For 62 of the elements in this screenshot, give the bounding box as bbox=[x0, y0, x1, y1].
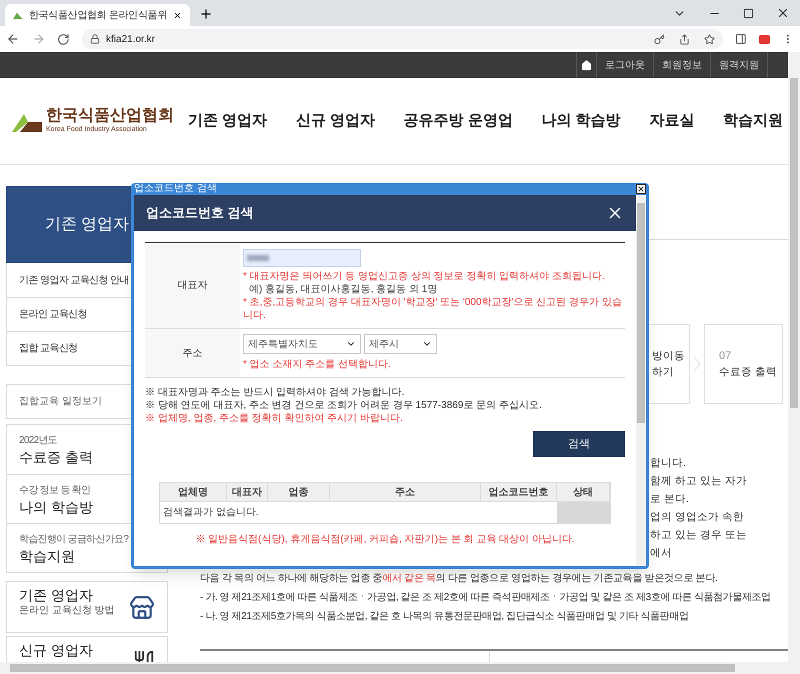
name-field[interactable] bbox=[243, 249, 361, 267]
logo-title: 한국식품산업협회 bbox=[46, 106, 174, 125]
column-header: 업종 bbox=[268, 483, 330, 501]
extension-icon[interactable] bbox=[758, 34, 770, 44]
nav-link[interactable]: 나의 학습방 bbox=[541, 110, 621, 132]
body-text: 합니다. bbox=[650, 456, 687, 471]
key-icon[interactable] bbox=[654, 34, 665, 44]
star-icon[interactable] bbox=[704, 34, 715, 44]
store-icon bbox=[129, 595, 155, 621]
nav-link[interactable]: 공유주방 운영업 bbox=[404, 110, 513, 132]
step-box: 07 수료증 출력 bbox=[704, 324, 783, 404]
guide-card[interactable]: 기존 영업자 온라인 교육신청 방법 bbox=[6, 581, 168, 633]
nav-link[interactable]: 기존 영업자 bbox=[188, 110, 268, 132]
top-link[interactable]: 로그아웃 bbox=[596, 52, 653, 78]
search-button[interactable]: 검색 bbox=[533, 431, 625, 457]
body-text: - 가. 영 제21조제1호에 따른 식품제조ㆍ가공업, 같은 조 제2호에 따른 즉석판매제조ㆍ가공업 및 같은 조 제3호에 따른 식품첨가물제조업 bbox=[200, 591, 772, 605]
column-header: 상태 bbox=[557, 483, 610, 501]
hint-text: * 업소 소재지 주소를 선택합니다. bbox=[243, 358, 392, 372]
field-label: 대표자 bbox=[145, 243, 240, 328]
column-header: 주소 bbox=[330, 483, 481, 501]
city-select[interactable]: 제주시 bbox=[364, 334, 437, 354]
scrollbar[interactable] bbox=[0, 662, 800, 674]
close-icon bbox=[637, 185, 645, 193]
nav-link[interactable]: 신규 영업자 bbox=[296, 110, 375, 132]
body-text: 함께 하고 있는 자가 bbox=[650, 474, 748, 489]
body-text: 업의 영업소가 속한 bbox=[650, 510, 745, 525]
new-tab-icon[interactable] bbox=[199, 7, 213, 21]
body-text: 에서 bbox=[650, 546, 673, 561]
body-text: 다음 각 목의 어느 하나에 해당하는 업종 중에서 같은 목의 다른 업종으로 영업하는 경우에는 기존교육을 받은것으로 본다. bbox=[200, 572, 718, 586]
body-text: 로 본다. bbox=[650, 492, 690, 507]
maximize-icon[interactable] bbox=[743, 8, 754, 18]
address-bar[interactable]: kfia21.or.kr bbox=[82, 29, 723, 49]
field-label: 주소 bbox=[145, 329, 240, 377]
scrollbar[interactable] bbox=[636, 195, 646, 566]
hint-text: * 초,중,고등학교의 경우 대표자명이 '학교장' 또는 '000학교장'으로 신고된 경우가 있습니다. bbox=[243, 296, 623, 322]
share-icon[interactable] bbox=[678, 34, 690, 44]
column-header: 업소코드번호 bbox=[481, 483, 557, 501]
chevron-icon bbox=[694, 357, 700, 371]
scrollbar[interactable] bbox=[788, 52, 800, 662]
url-text: kfia21.or.kr bbox=[106, 32, 156, 46]
reload-icon[interactable] bbox=[57, 32, 70, 46]
hint-text: * 대표자명은 띄어쓰기 등 영업신고증 상의 정보로 정확히 입력하셔야 조회됩니다. bbox=[243, 270, 606, 283]
back-icon[interactable] bbox=[6, 32, 20, 46]
close-button[interactable] bbox=[636, 184, 646, 194]
close-icon[interactable] bbox=[776, 6, 790, 20]
home-icon[interactable] bbox=[581, 60, 592, 70]
top-link[interactable]: 원격지원 bbox=[710, 52, 767, 78]
browser-tab[interactable]: 한국식품산업협회 온라인식품위 bbox=[5, 4, 190, 26]
footer-note: ※ 일반음식점(식당), 휴게음식점(카페, 커피숍, 자판기)는 본 회 교육 대상이 아닙니다. bbox=[194, 533, 576, 547]
lock-icon bbox=[90, 34, 100, 44]
side-panel-icon[interactable] bbox=[734, 33, 747, 45]
nav-link[interactable]: 자료실 bbox=[649, 110, 694, 132]
nav-link[interactable]: 학습지원 bbox=[722, 110, 783, 132]
body-text: - 나. 영 제21조제5호가목의 식품소분업, 같은 호 나목의 유통전문판매업, 집단급식소 식품판매업 및 기타 식품판매업 bbox=[200, 610, 690, 624]
body-text: 하고 있는 경우 또는 bbox=[650, 528, 748, 543]
tab-title: 한국식품산업협회 온라인식품위 bbox=[28, 8, 168, 22]
blurred-text bbox=[247, 255, 269, 261]
hint-text: 예) 홍길동, 대표이사홍길동, 홍길동 외 1명 bbox=[248, 283, 438, 296]
top-link[interactable]: 회원정보 bbox=[653, 52, 710, 78]
province-select[interactable]: 제주특별자치도 bbox=[243, 334, 361, 354]
column-header: 업체명 bbox=[160, 483, 227, 501]
column-header: 대표자 bbox=[227, 483, 268, 501]
